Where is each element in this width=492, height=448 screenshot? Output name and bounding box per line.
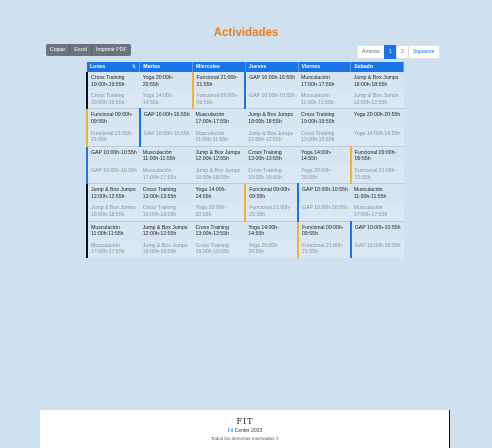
schedule-cell: Musculación 11:00h-11:55h bbox=[350, 183, 404, 203]
schedule-cell: Jump & Box Jumps 18:00h-18:55h bbox=[86, 202, 140, 222]
column-header-jueves[interactable]: Jueves bbox=[245, 62, 299, 72]
schedule-cell: Yoga 20:00h-20:55h bbox=[298, 164, 351, 185]
schedule-cell: Jump & Box Jumps 18:00h-18:55h bbox=[192, 164, 246, 185]
schedule-cell: GAP 10:00h-10:55h bbox=[297, 183, 351, 203]
schedule-cell: GAP 10:00h-10:55h bbox=[349, 221, 404, 240]
copyright-brand[interactable]: Fit bbox=[228, 428, 234, 434]
table-row: Funcional 09:00h-09:55h GAP 16:00h-16:55h… bbox=[86, 108, 404, 128]
schedule-cell: GAP 10:00h-10:55h bbox=[86, 146, 140, 165]
schedule-cell: Musculación 11:00h-11:55h bbox=[139, 146, 193, 165]
table-row: GAP 10:00h-10:55h Musculación 11:00h-11:5… bbox=[86, 146, 404, 165]
schedule-cell: Jump & Box Jumps 12:00h-12:55h bbox=[192, 146, 246, 165]
schedule-cell: Musculación 17:00h-17:55h bbox=[192, 108, 246, 128]
schedule-cell: GAP 16:00h-16:55h bbox=[138, 108, 193, 128]
table-row: Jump & Box Jumps 18:00h-18:55h Cross Trai… bbox=[86, 202, 404, 222]
table-row: Musculación 11:00h-11:55h Jump & Box Jump… bbox=[86, 221, 404, 240]
footer-logo: FIT bbox=[236, 417, 254, 426]
print-pdf-button[interactable]: Imprimir PDF bbox=[91, 44, 131, 56]
schedule-cell: Jump & Box Jumps 18:00h-18:55h bbox=[350, 72, 404, 91]
schedule-cell: Funcional 09:00h-09:55h bbox=[297, 221, 351, 240]
footer-rights: Todos los derechos reservados © bbox=[210, 436, 280, 441]
schedule-cell: Funcional 09:00h-09:55h bbox=[191, 90, 246, 110]
pagination: Anterior 1 2 Siguiente bbox=[357, 45, 440, 59]
schedule-cell: Cross Training 19:00h-19:55h bbox=[245, 164, 298, 185]
schedule-cell: Cross Training 19:00h-19:55h bbox=[139, 202, 193, 222]
schedule-cell: Funcional 21:00h-21:55h bbox=[191, 72, 246, 91]
schedule-cell: Yoga 14:00h-14:55h bbox=[192, 183, 246, 203]
schedule-cell: Jump & Box Jumps 12:00h-12:55h bbox=[245, 127, 298, 147]
schedule-cell: Yoga 20:00h-20:55h bbox=[245, 239, 298, 258]
schedule-cell: Musculación 11:00h-11:55h bbox=[298, 90, 351, 110]
sort-icon: ⇅ bbox=[131, 64, 137, 70]
schedule-cell: GAP 16:00h-16:55h bbox=[297, 202, 351, 222]
schedule-cell: GAP 10:00h-10:55h bbox=[244, 90, 298, 110]
footer-copyright: Fit Center 2023 bbox=[40, 428, 450, 434]
schedule-cell: Funcional 21:00h-21:55h bbox=[349, 164, 404, 185]
schedule-cell: Funcional 21:00h-21:55h bbox=[297, 239, 351, 258]
table-row: Musculación 17:00h-17:55h Jump & Box Jump… bbox=[86, 239, 404, 258]
schedule-cell: Yoga 20:00h-20:55h bbox=[350, 108, 404, 128]
schedule-cell: Yoga 14:00h-14:55h bbox=[350, 127, 404, 147]
schedule-cell: Jump & Box Jumps 18:00h-18:55h bbox=[139, 239, 193, 258]
table-row: GAP 16:00h-16:55h Musculación 17:00h-17:5… bbox=[86, 164, 404, 185]
column-header-lunes[interactable]: Lunes ⇅ bbox=[87, 62, 141, 72]
schedule-cell: Musculación 17:00h-17:55h bbox=[298, 72, 351, 91]
schedule-cell: Jump & Box Jumps 18:00h-18:55h bbox=[245, 108, 298, 128]
table-row: Cross Training 19:00h-19:55h Yoga 14:00h-… bbox=[86, 90, 404, 110]
footer-divider bbox=[449, 410, 450, 448]
schedule-cell: GAP 16:00h-16:55h bbox=[86, 164, 140, 185]
schedule-cell: Cross Training 19:00h-19:55h bbox=[192, 239, 246, 258]
schedule-cell: Funcional 09:00h-09:55h bbox=[349, 146, 404, 165]
pager-next[interactable]: Siguiente bbox=[407, 45, 440, 59]
schedule-cell: GAP 10:00h-10:55h bbox=[138, 127, 193, 147]
column-header-viernes[interactable]: Viernes bbox=[298, 62, 352, 72]
schedule-cell: Yoga 20:00h-20:55h bbox=[192, 202, 246, 222]
schedule-cell: Musculación 11:00h-11:55h bbox=[86, 221, 140, 240]
schedule-cell: Jump & Box Jumps 12:00h-12:55h bbox=[139, 221, 193, 240]
schedule-cell: Yoga 14:00h-14:55h bbox=[245, 221, 298, 240]
export-button-group: Copiar Excel Imprimir PDF bbox=[46, 44, 131, 56]
schedule-cell: Cross Training 13:00h-13:55h bbox=[192, 221, 246, 240]
schedule-cell: Jump & Box Jumps 12:00h-12:55h bbox=[350, 90, 404, 110]
column-header-miercoles[interactable]: Miercoles bbox=[192, 62, 246, 72]
schedule-cell: Funcional 21:00h-21:55h bbox=[244, 202, 298, 222]
schedule-cell: Yoga 20:00h-20:55h bbox=[139, 72, 193, 91]
schedule-cell: Cross Training 13:00h-13:55h bbox=[245, 146, 298, 165]
schedule-cell: Cross Training 19:00h-19:55h bbox=[298, 108, 351, 128]
schedule-cell: Funcional 21:00h-21:55h bbox=[86, 127, 140, 147]
schedule-cell: Musculación 17:00h-17:55h bbox=[86, 239, 140, 258]
schedule-cell: GAP 16:00h-16:55h bbox=[244, 72, 298, 91]
table-header-row: Lunes ⇅ Martes Miercoles Jueves Viernes S… bbox=[87, 62, 404, 72]
schedule-cell: Musculación 17:00h-17:55h bbox=[350, 202, 404, 222]
table-row: Funcional 21:00h-21:55h GAP 10:00h-10:55h… bbox=[86, 127, 404, 147]
column-header-martes[interactable]: Martes bbox=[139, 62, 193, 72]
schedule-cell: Yoga 14:00h-14:55h bbox=[298, 146, 351, 165]
schedule-cell: Musculación 11:00h-11:55h bbox=[192, 127, 246, 147]
schedule-cell: GAP 16:00h-16:55h bbox=[349, 239, 404, 258]
table-row: Jump & Box Jumps 12:00h-12:55h Cross Trai… bbox=[86, 183, 404, 203]
schedule-cell: Funcional 09:00h-09:55h bbox=[244, 183, 298, 203]
schedule-cell: Cross Training 13:00h-13:55h bbox=[139, 183, 193, 203]
pager-previous[interactable]: Anterior bbox=[357, 45, 386, 59]
copyright-year: Center 2023 bbox=[234, 428, 263, 434]
page-title: Actividades bbox=[213, 27, 279, 39]
schedule-cell: Musculación 17:00h-17:55h bbox=[139, 164, 193, 185]
footer: FIT Fit Center 2023 Todos los derechos r… bbox=[40, 410, 450, 448]
excel-button[interactable]: Excel bbox=[70, 44, 92, 56]
copy-button[interactable]: Copiar bbox=[46, 44, 71, 56]
schedule-cell: Jump & Box Jumps 12:00h-12:55h bbox=[86, 183, 140, 203]
schedule-cell: Funcional 09:00h-09:55h bbox=[86, 108, 140, 128]
schedule-cell: Cross Training 19:00h-19:55h bbox=[86, 90, 140, 110]
column-header-sabado[interactable]: Sabado bbox=[350, 62, 404, 72]
table-row: Cross Training 19:00h-19:55h Yoga 20:00h-… bbox=[86, 72, 404, 91]
schedule-cell: Cross Training 13:00h-13:55h bbox=[298, 127, 351, 147]
schedule-cell: Cross Training 19:00h-19:55h bbox=[86, 72, 140, 91]
schedule-table: Lunes ⇅ Martes Miercoles Jueves Viernes S… bbox=[86, 62, 404, 258]
schedule-cell: Yoga 14:00h-14:55h bbox=[139, 90, 193, 110]
